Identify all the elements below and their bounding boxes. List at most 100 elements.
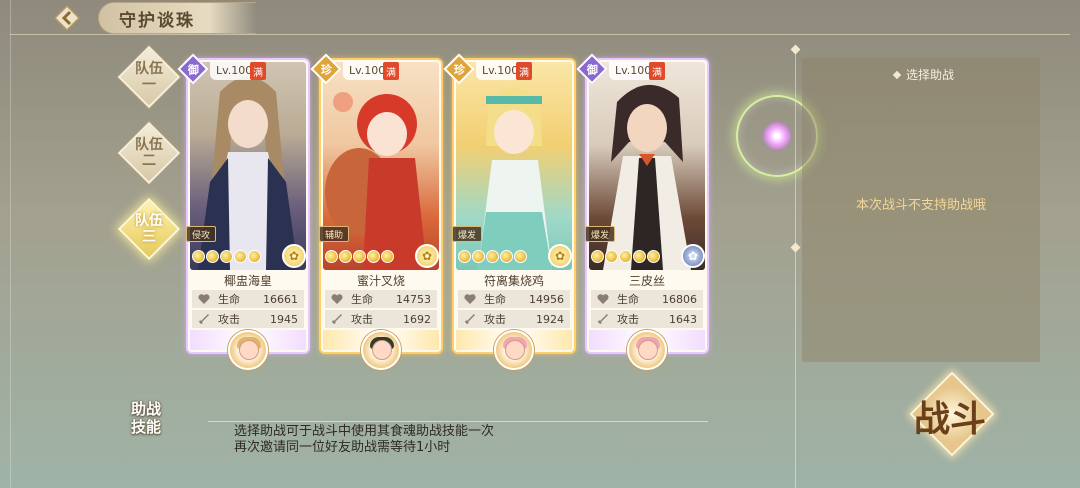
- companion-face: [638, 340, 658, 360]
- flower-icon: ✿: [548, 244, 572, 268]
- hp-value: 16661: [263, 292, 298, 306]
- star-icon: [381, 250, 394, 263]
- atk-value: 1692: [403, 312, 431, 326]
- companion-face: [372, 340, 392, 360]
- atk-label: 攻击: [617, 313, 639, 326]
- star-row: [591, 250, 660, 263]
- team-tab-2[interactable]: 队伍 二: [117, 121, 181, 185]
- fight-button-label: 战斗: [913, 398, 986, 440]
- hp-value: 14753: [396, 292, 431, 306]
- max-badge: 满: [649, 62, 665, 80]
- support-message: 本次战斗不支持助战哦: [855, 198, 986, 213]
- sword-icon: [196, 311, 212, 327]
- hp-row: 生命 14956: [458, 290, 570, 308]
- assist-skill-line-1: 选择助战可于战斗中使用其食魂助战技能一次: [234, 424, 495, 439]
- star-icon: [633, 250, 646, 263]
- character-name: 符离集烧鸡: [483, 274, 544, 288]
- companion-avatar[interactable]: [627, 330, 667, 370]
- hp-row: 生命 14753: [325, 290, 437, 308]
- atk-label: 攻击: [218, 313, 240, 326]
- atk-row: 攻击 1945: [192, 310, 304, 328]
- star-icon: [353, 250, 366, 263]
- type-badge: 侵攻: [186, 226, 216, 242]
- max-badge: 满: [383, 62, 399, 80]
- atk-row: 攻击 1924: [458, 310, 570, 328]
- atk-value: 1924: [536, 312, 564, 326]
- sword-icon: [595, 311, 611, 327]
- star-icon: [472, 250, 485, 263]
- companion-avatar[interactable]: [228, 330, 268, 370]
- support-panel: 选择助战 本次战斗不支持助战哦: [802, 58, 1040, 362]
- star-icon: [220, 250, 233, 263]
- page-title-tab: 守护谈珠: [98, 2, 256, 34]
- character-card-4[interactable]: Lv.100 御 满 爆发 ✿ 三皮丝 生命 16806 攻击 1643: [576, 53, 707, 370]
- star-icon: [619, 250, 632, 263]
- rarity-text: 珍: [453, 63, 465, 76]
- star-icon: [591, 250, 604, 263]
- star-row: [458, 250, 527, 263]
- team-tab-label-top: 队伍: [135, 61, 163, 77]
- team-tab-label-top: 队伍: [135, 137, 163, 153]
- assist-skill-label: 助战 技能: [118, 398, 174, 438]
- companion-avatar[interactable]: [494, 330, 534, 370]
- star-icon: [192, 250, 205, 263]
- character-card-2[interactable]: Lv.100 珍 满 辅助 ✿ 蜜汁叉烧 生命 14753 攻击 1692: [310, 53, 441, 370]
- star-icon: [486, 250, 499, 263]
- heart-icon: [196, 291, 212, 307]
- character-card-3[interactable]: Lv.100 珍 满 爆发 ✿ 符离集烧鸡 生命 14956 攻击 1924: [443, 53, 574, 370]
- companion-face: [239, 340, 259, 360]
- rarity-text: 御: [187, 63, 199, 76]
- team-tab-3[interactable]: 队伍 三: [117, 197, 181, 261]
- star-icon: [647, 250, 660, 263]
- assist-skill-label-top: 助战: [130, 400, 161, 418]
- hp-row: 生命 16806: [591, 290, 703, 308]
- heart-icon: [462, 291, 478, 307]
- hp-label: 生命: [617, 293, 639, 306]
- flower-icon: ✿: [681, 244, 705, 268]
- team-tab-label-bottom: 三: [142, 229, 156, 245]
- assist-skill-description: 选择助战可于战斗中使用其食魂助战技能一次 再次邀请同一位好友助战需等待1小时: [234, 424, 494, 456]
- team-tab-1[interactable]: 队伍 一: [117, 45, 181, 109]
- max-badge: 满: [516, 62, 532, 80]
- team-tab-label: 队伍 三: [120, 200, 178, 258]
- fight-button[interactable]: 战斗: [900, 370, 1000, 460]
- hp-value: 14956: [529, 292, 564, 306]
- rarity-text: 御: [586, 63, 598, 76]
- type-badge: 辅助: [319, 226, 349, 242]
- character-card-1[interactable]: Lv.100 御 满 侵攻 ✿ 椰盅海皇 生命 16661 攻击 1945: [177, 53, 308, 370]
- hp-label: 生命: [484, 293, 506, 306]
- companion-avatar[interactable]: [361, 330, 401, 370]
- star-row: [325, 250, 394, 263]
- top-bar: 守护谈珠: [0, 0, 1080, 36]
- star-row: [192, 250, 261, 263]
- companion-face: [505, 340, 525, 360]
- top-divider: [10, 34, 1070, 35]
- team-tab-label-bottom: 一: [142, 77, 156, 93]
- star-icon: [500, 250, 513, 263]
- heart-icon: [329, 291, 345, 307]
- star-icon: [605, 250, 618, 263]
- team-tab-label-bottom: 二: [142, 153, 156, 169]
- support-title-text: 选择助战: [905, 68, 954, 82]
- heart-icon: [595, 291, 611, 307]
- sparkle-orb-icon: [762, 121, 792, 151]
- hp-row: 生命 16661: [192, 290, 304, 308]
- hp-label: 生命: [351, 293, 373, 306]
- atk-row: 攻击 1692: [325, 310, 437, 328]
- assist-skill-line-2: 再次邀请同一位好友助战需等待1小时: [234, 440, 451, 455]
- skill-divider: [208, 421, 708, 422]
- star-icon: [206, 250, 219, 263]
- atk-label: 攻击: [484, 313, 506, 326]
- back-button[interactable]: [46, 4, 88, 32]
- rarity-text: 珍: [320, 63, 332, 76]
- character-name: 椰盅海皇: [223, 274, 272, 288]
- sword-icon: [462, 311, 478, 327]
- assist-skill-label-bottom: 技能: [130, 418, 161, 436]
- star-icon: [339, 250, 352, 263]
- star-icon: [325, 250, 338, 263]
- atk-row: 攻击 1643: [591, 310, 703, 328]
- type-badge: 爆发: [452, 226, 482, 242]
- star-icon: [367, 250, 380, 263]
- back-arrow-icon: [53, 4, 81, 32]
- team-tab-label: 队伍 一: [120, 48, 178, 106]
